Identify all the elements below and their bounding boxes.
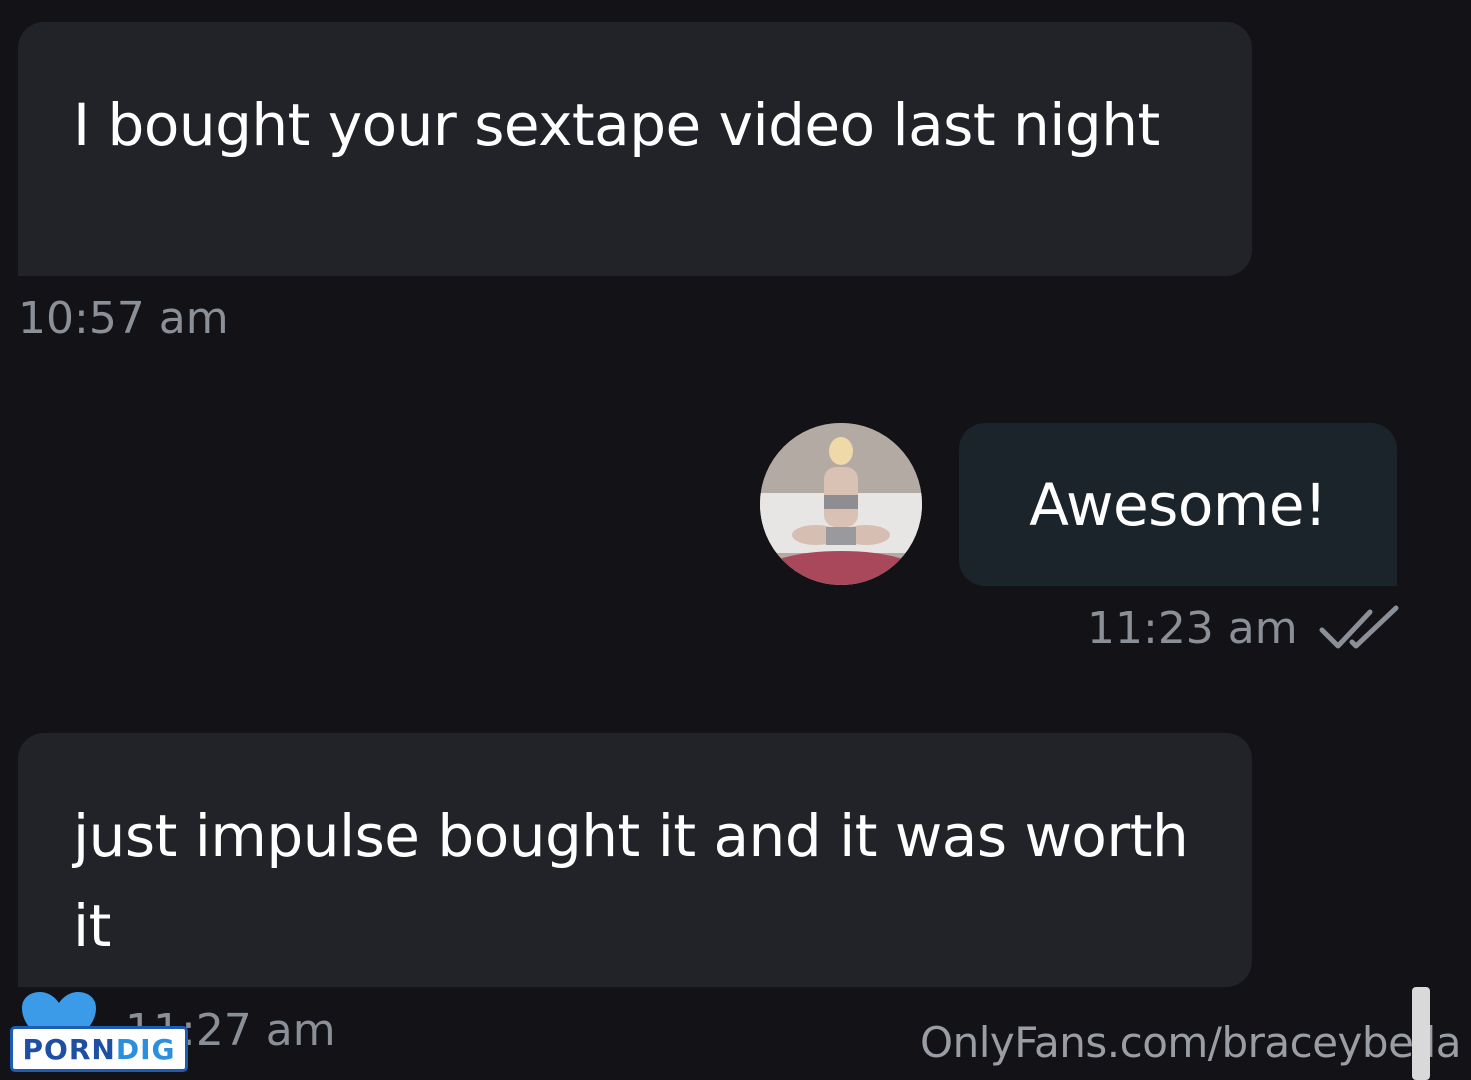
- message-text: just impulse bought it and it was worth …: [73, 802, 1189, 960]
- message-bubble-incoming[interactable]: I bought your sextape video last night: [18, 22, 1252, 276]
- message-timestamp: 11:23 am: [1087, 603, 1298, 654]
- avatar-photo: [760, 423, 922, 585]
- scrollbar-handle[interactable]: [1412, 987, 1430, 1080]
- avatar[interactable]: [760, 423, 922, 585]
- double-check-icon: [1319, 605, 1399, 649]
- logo-text-part1: PORN: [22, 1032, 116, 1066]
- message-text: Awesome!: [1029, 470, 1327, 539]
- message-text: I bought your sextape video last night: [73, 91, 1160, 159]
- message-bubble-outgoing[interactable]: Awesome!: [959, 423, 1397, 586]
- logo-text-part2: DIG: [115, 1032, 176, 1066]
- message-timestamp: 10:57 am: [18, 293, 229, 344]
- message-bubble-incoming[interactable]: just impulse bought it and it was worth …: [18, 733, 1252, 987]
- porndig-logo: PORN DIG: [10, 1026, 188, 1072]
- watermark-text: OnlyFans.com/braceybella: [920, 1018, 1461, 1067]
